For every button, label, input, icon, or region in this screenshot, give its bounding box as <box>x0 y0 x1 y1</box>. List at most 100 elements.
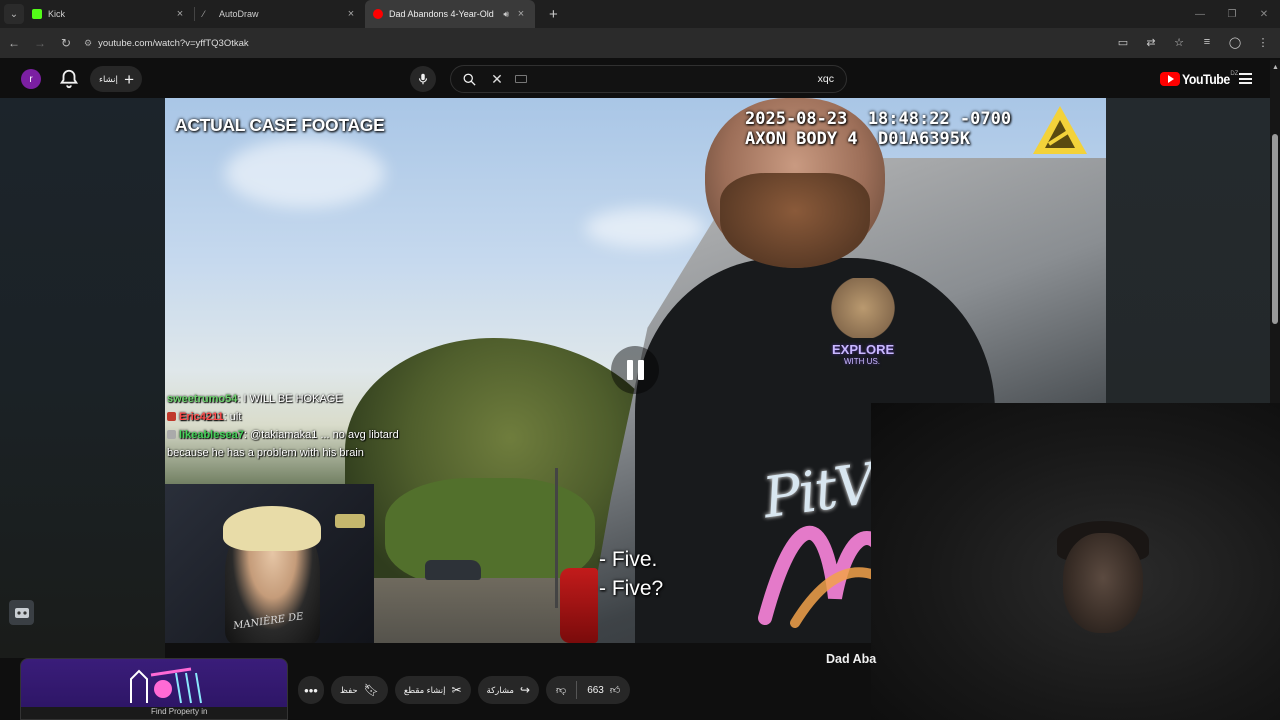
guide-menu-icon[interactable] <box>1239 73 1252 84</box>
more-dots-icon: ••• <box>304 682 318 698</box>
subtitles: - Five. - Five? <box>599 545 663 603</box>
like-count: 663 <box>587 684 604 696</box>
country-code: DZ <box>1230 71 1239 77</box>
cloud <box>585 208 705 248</box>
translate-icon[interactable]: ⇄ <box>1140 31 1162 53</box>
axon-logo-icon <box>1033 106 1087 154</box>
chat-message: sweetrumo54: I WILL BE HOKAGE <box>167 390 402 408</box>
ad-illustration <box>130 667 202 704</box>
browser-tab-bar: ⌄ Kick × ⁄ AutoDraw × Dad Abandons 4-Yea… <box>0 0 1280 28</box>
plus-icon: + <box>124 69 134 89</box>
close-tab-icon[interactable]: × <box>345 8 357 20</box>
video-title: Dad Aba <box>826 652 877 666</box>
search-icon <box>463 73 476 86</box>
share-arrow-icon: ↪ <box>519 683 531 697</box>
close-tab-icon[interactable]: × <box>174 8 186 20</box>
tab-search-dropdown-icon[interactable]: ⌄ <box>4 4 24 24</box>
viewer-face <box>1063 533 1143 633</box>
new-tab-icon[interactable]: + <box>549 6 558 23</box>
back-icon[interactable]: ← <box>2 31 26 55</box>
shirt-logo-sub: WITH US. <box>844 357 880 366</box>
youtube-logo[interactable]: YouTube DZ <box>1160 71 1238 87</box>
chat-message: Eric4211: ult <box>167 408 402 426</box>
scrollbar-thumb[interactable] <box>1272 134 1278 324</box>
tab-title: Dad Abandons 4-Year-Old <box>389 9 494 19</box>
microphone-icon <box>418 73 428 85</box>
search-box[interactable]: ✕ xqc <box>450 65 847 93</box>
background-lamp <box>335 514 365 528</box>
robot-face-icon <box>14 607 29 618</box>
utility-pole <box>555 468 558 608</box>
address-bar-actions: ▭ ⇄ ☆ ≡ ◯ ⋮ <box>1112 31 1274 53</box>
chat-text: I WILL BE HOKAGE <box>243 393 343 405</box>
ambient-glow-left <box>0 98 165 658</box>
truck-taillight <box>560 568 598 643</box>
ambient-glow-right <box>1106 98 1270 403</box>
search-button[interactable] <box>451 66 487 92</box>
voice-search-button[interactable] <box>410 66 436 92</box>
cast-icon[interactable]: ▭ <box>1112 31 1134 53</box>
youtube-play-icon <box>1160 72 1180 86</box>
dislike-button[interactable]: 👎︎ <box>546 676 576 704</box>
footage-title-overlay: ACTUAL CASE FOOTAGE <box>175 115 385 135</box>
chat-username: sweetrumo54 <box>167 393 238 405</box>
speaker-icon[interactable]: 🔊︎ <box>503 9 509 20</box>
streamer-hair <box>223 506 321 551</box>
clip-label: إنشاء مقطع <box>403 684 446 695</box>
url-field[interactable]: ⚙ youtube.com/watch?v=yffTQ3Otkak <box>84 32 1124 54</box>
notifications-bell-icon[interactable] <box>58 68 80 90</box>
shirt-logo-main: EXPLORE <box>832 342 895 357</box>
tab-kick[interactable]: Kick × <box>24 0 194 28</box>
pause-bar-icon <box>637 360 644 380</box>
profile-icon[interactable]: ◯ <box>1224 31 1246 53</box>
create-label: إنشاء <box>99 73 118 84</box>
scroll-up-icon[interactable]: ▲ <box>1272 64 1279 71</box>
keyboard-icon[interactable] <box>515 75 527 83</box>
clip-button[interactable]: إنشاء مقطع ✂ <box>394 676 471 704</box>
restore-icon[interactable]: ❐ <box>1216 0 1248 28</box>
pause-button[interactable] <box>611 346 659 394</box>
reload-icon[interactable]: ↻ <box>54 31 78 55</box>
wolf-graphic-icon <box>830 278 896 338</box>
tab-media-icon[interactable]: ≡ <box>1196 31 1218 53</box>
avatar[interactable]: r <box>21 69 41 89</box>
extension-robot-icon[interactable] <box>9 600 34 625</box>
search-input[interactable]: xqc <box>818 73 834 85</box>
share-button[interactable]: مشاركة ↪ <box>477 676 540 704</box>
menu-dots-icon[interactable]: ⋮ <box>1252 31 1274 53</box>
chat-text: ult <box>229 411 242 423</box>
sponsored-card[interactable]: Find Property in <box>20 658 288 720</box>
youtube-wordmark: YouTube <box>1182 71 1230 87</box>
forward-icon[interactable]: → <box>28 31 52 55</box>
man-beard <box>720 173 870 268</box>
share-label: مشاركة <box>486 684 514 695</box>
address-bar-row: ← → ↻ ⚙ youtube.com/watch?v=yffTQ3Otkak … <box>0 28 1280 58</box>
chat-username: Eric4211 <box>179 411 224 423</box>
bookmark-star-icon[interactable]: ☆ <box>1168 31 1190 53</box>
cloud <box>225 138 385 208</box>
secondary-webcam <box>871 403 1280 720</box>
save-button[interactable]: حفظ 🔖︎ <box>331 676 388 704</box>
pause-bar-icon <box>626 360 633 380</box>
minimize-icon[interactable]: — <box>1184 0 1216 28</box>
more-actions-button[interactable]: ••• <box>298 676 324 704</box>
subtitle-line: - Five. <box>599 548 658 571</box>
tab-autodraw[interactable]: ⁄ AutoDraw × <box>195 0 365 28</box>
chat-username: likeablesea7 <box>179 429 244 441</box>
close-window-icon[interactable]: ✕ <box>1248 0 1280 28</box>
chat-message: likeablesea7: @takiamaka1 ... no avg lib… <box>167 426 402 462</box>
close-tab-icon[interactable]: × <box>515 8 527 20</box>
device-id-line: AXON BODY 4 D01A6395K <box>745 129 971 149</box>
kick-favicon-icon <box>32 9 42 19</box>
scissors-icon: ✂ <box>451 683 462 697</box>
autodraw-favicon-icon: ⁄ <box>203 9 205 19</box>
thumbs-up-icon: 👍︎ <box>609 685 621 696</box>
bookmark-icon: 🔖︎ <box>363 683 379 697</box>
like-dislike-group: 👎︎ 663 👍︎ <box>546 676 631 704</box>
video-actions-row: ••• حفظ 🔖︎ إنشاء مقطع ✂ مشاركة ↪ 👎︎ 663 … <box>298 676 631 704</box>
tab-youtube-active[interactable]: Dad Abandons 4-Year-Old 🔊︎ × <box>365 0 535 28</box>
clear-search-icon[interactable]: ✕ <box>487 71 507 88</box>
create-button[interactable]: إنشاء + <box>90 66 142 92</box>
site-info-icon[interactable]: ⚙ <box>84 38 92 49</box>
like-button[interactable]: 663 👍︎ <box>577 676 630 704</box>
